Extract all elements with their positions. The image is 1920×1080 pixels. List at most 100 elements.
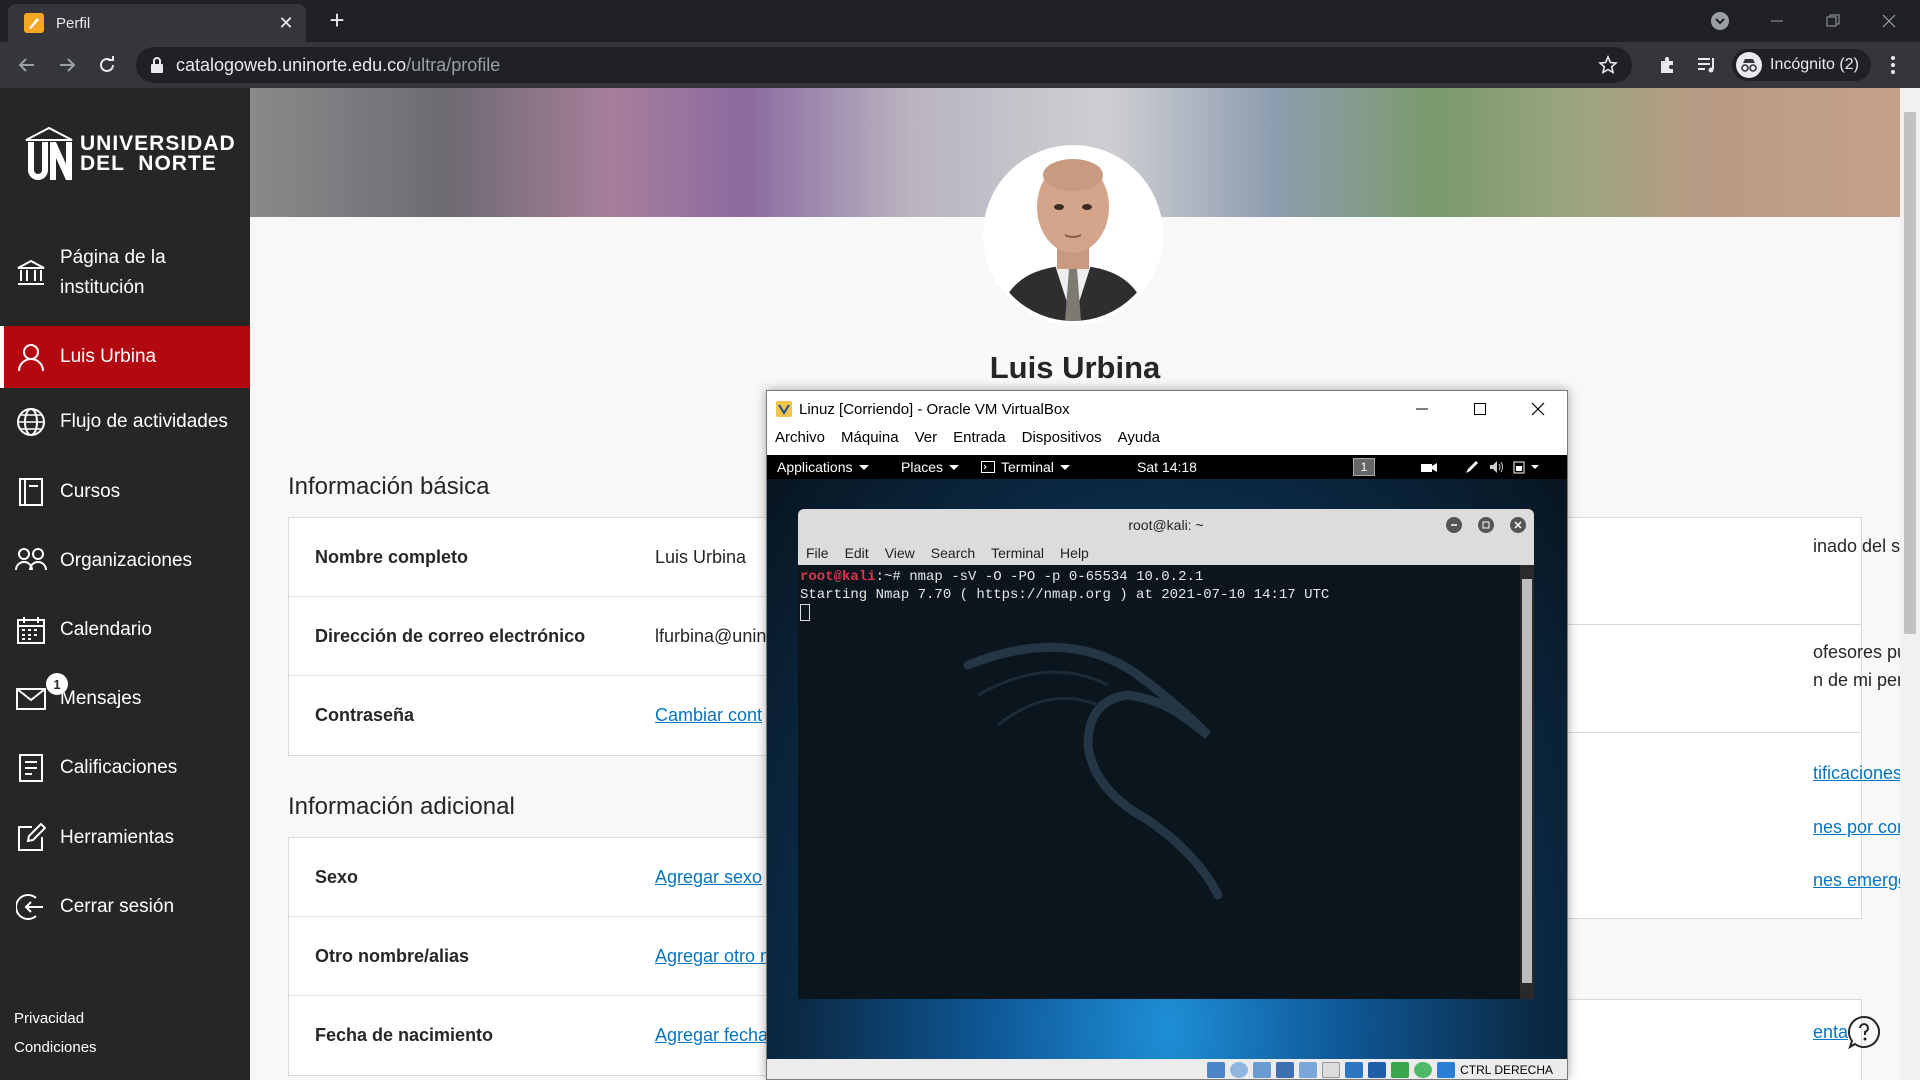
add-alias-link[interactable]: Agregar otro n	[655, 946, 770, 967]
forward-icon[interactable]	[54, 52, 80, 78]
vm-screen[interactable]: Applications Places Terminal Sat 14:18 1	[767, 455, 1567, 1059]
mouse-integration-icon[interactable]	[1414, 1062, 1433, 1078]
nav-activity-stream[interactable]: Flujo de actividades	[0, 392, 250, 452]
account-link[interactable]: enta	[1813, 1022, 1848, 1043]
help-icon[interactable]	[1847, 1015, 1881, 1049]
vb-menu-maquina[interactable]: Máquina	[841, 429, 899, 455]
term-menu-search[interactable]: Search	[931, 545, 975, 561]
gender-row[interactable]: Sexo Agregar sexo	[289, 838, 777, 917]
cpu-icon[interactable]	[1391, 1062, 1410, 1078]
vb-menu-entrada[interactable]: Entrada	[953, 429, 1006, 455]
profile-avatar[interactable]	[983, 145, 1163, 325]
terms-link[interactable]: Condiciones	[14, 1039, 97, 1056]
audio-icon[interactable]	[1253, 1062, 1272, 1078]
back-icon[interactable]	[14, 52, 40, 78]
incognito-button[interactable]: Incógnito (2)	[1732, 49, 1871, 81]
terminal-title: root@kali: ~	[1128, 517, 1204, 533]
birthdate-row[interactable]: Fecha de nacimiento Agregar fecha	[289, 996, 777, 1075]
nav-logout[interactable]: Cerrar sesión	[0, 877, 250, 937]
university-logo[interactable]: UNIVERSIDAD DEL NORTE	[24, 126, 236, 182]
gnome-clock[interactable]: Sat 14:18	[1137, 459, 1197, 475]
vb-close-icon[interactable]	[1509, 391, 1567, 427]
workspace-indicator[interactable]: 1	[1353, 458, 1375, 476]
volume-icon[interactable]	[1489, 460, 1505, 474]
book-icon	[14, 475, 48, 509]
full-name-row[interactable]: Nombre completo Luis Urbina	[289, 518, 777, 597]
nav-grades[interactable]: Calificaciones	[0, 738, 250, 798]
add-birthdate-link[interactable]: Agregar fecha	[655, 1025, 768, 1046]
change-password-link[interactable]: Cambiar cont	[655, 705, 762, 726]
browser-tab[interactable]: Perfil ✕	[8, 4, 306, 42]
popup-notifications-link[interactable]: nes emergentes	[1813, 870, 1900, 891]
page-scrollbar[interactable]	[1900, 88, 1920, 1080]
terminal-app-menu[interactable]: Terminal	[981, 459, 1070, 475]
terminal-scrollbar[interactable]	[1520, 565, 1534, 999]
nav-messages[interactable]: 1 Mensajes	[0, 669, 250, 729]
vb-menu-ayuda[interactable]: Ayuda	[1118, 429, 1160, 455]
close-window-icon[interactable]	[1874, 8, 1904, 34]
term-minimize-icon[interactable]	[1446, 517, 1462, 533]
add-gender-link[interactable]: Agregar sexo	[655, 867, 762, 888]
email-row[interactable]: Dirección de correo electrónico lfurbina…	[289, 597, 777, 676]
nav-courses[interactable]: Cursos	[0, 462, 250, 522]
favicon-icon	[24, 13, 44, 33]
term-menu-help[interactable]: Help	[1060, 545, 1089, 561]
bookmark-star-icon[interactable]	[1598, 55, 1618, 75]
privacy-card: ofesores pueden ver la n de mi perfil	[1552, 625, 1900, 733]
term-menu-edit[interactable]: Edit	[845, 545, 869, 561]
display-icon[interactable]	[1345, 1062, 1364, 1078]
scrollbar-thumb[interactable]	[1904, 112, 1916, 634]
password-row[interactable]: Contraseña Cambiar cont	[289, 676, 777, 755]
nav-calendar[interactable]: Calendario	[0, 600, 250, 660]
nav-tools[interactable]: Herramientas	[0, 808, 250, 868]
term-close-icon[interactable]	[1510, 517, 1526, 533]
pen-icon[interactable]	[1465, 460, 1479, 474]
network-icon[interactable]	[1276, 1062, 1295, 1078]
email-notifications-link[interactable]: nes por correo electrónico	[1813, 817, 1900, 838]
extensions-icon[interactable]	[1654, 52, 1680, 78]
language-card: inado del sistema (Español	[1552, 517, 1900, 625]
browser-menu-icon[interactable]	[1880, 52, 1906, 78]
virtualbox-titlebar[interactable]: Linuz [Corriendo] - Oracle VM VirtualBox	[767, 391, 1567, 427]
address-bar[interactable]: catalogoweb.uninorte.edu.co/ultra/profil…	[136, 47, 1632, 83]
terminal-titlebar[interactable]: root@kali: ~	[798, 509, 1534, 541]
tab-search-icon[interactable]	[1705, 8, 1735, 34]
optical-drive-icon[interactable]	[1230, 1062, 1249, 1078]
alias-row[interactable]: Otro nombre/alias Agregar otro n	[289, 917, 777, 996]
virtualbox-window[interactable]: Linuz [Corriendo] - Oracle VM VirtualBox…	[766, 390, 1568, 1080]
keyboard-capture-icon[interactable]	[1437, 1062, 1456, 1078]
close-tab-icon[interactable]: ✕	[276, 13, 296, 33]
globe-icon	[14, 405, 48, 439]
restore-window-icon[interactable]	[1818, 8, 1848, 34]
term-menu-terminal[interactable]: Terminal	[991, 545, 1044, 561]
video-icon[interactable]	[1421, 461, 1437, 473]
nav-institution-page[interactable]: Página de la institución	[0, 240, 250, 305]
term-maximize-icon[interactable]	[1478, 517, 1494, 533]
applications-menu[interactable]: Applications	[777, 459, 869, 475]
nav-label: Calendario	[60, 619, 152, 640]
recording-icon[interactable]	[1368, 1062, 1387, 1078]
vb-maximize-icon[interactable]	[1451, 391, 1509, 427]
term-menu-view[interactable]: View	[885, 545, 915, 561]
terminal-output[interactable]: root@kali:~# nmap -sV -O -PO -p 0-65534 …	[798, 565, 1520, 999]
minimize-window-icon[interactable]	[1762, 8, 1792, 34]
nav-organizations[interactable]: Organizaciones	[0, 531, 250, 591]
nav-profile[interactable]: Luis Urbina	[0, 326, 250, 388]
shared-folders-icon[interactable]	[1322, 1062, 1341, 1078]
notifications-link[interactable]: tificaciones	[1813, 763, 1900, 784]
terminal-window[interactable]: root@kali: ~ File Edit View Search Termi…	[798, 509, 1534, 999]
places-menu[interactable]: Places	[901, 459, 960, 475]
vb-menu-ver[interactable]: Ver	[915, 429, 938, 455]
vb-menu-dispositivos[interactable]: Dispositivos	[1022, 429, 1102, 455]
reload-icon[interactable]	[94, 52, 120, 78]
power-menu-icon[interactable]	[1513, 460, 1543, 474]
vb-minimize-icon[interactable]	[1393, 391, 1451, 427]
term-menu-file[interactable]: File	[806, 545, 829, 561]
media-queue-icon[interactable]	[1694, 52, 1720, 78]
privacy-link[interactable]: Privacidad	[14, 1010, 84, 1027]
usb-icon[interactable]	[1299, 1062, 1318, 1078]
vb-menu-archivo[interactable]: Archivo	[775, 429, 825, 455]
hdd-icon[interactable]	[1207, 1062, 1226, 1078]
terminal-scroll-thumb[interactable]	[1522, 579, 1532, 983]
new-tab-button[interactable]: +	[324, 7, 350, 34]
